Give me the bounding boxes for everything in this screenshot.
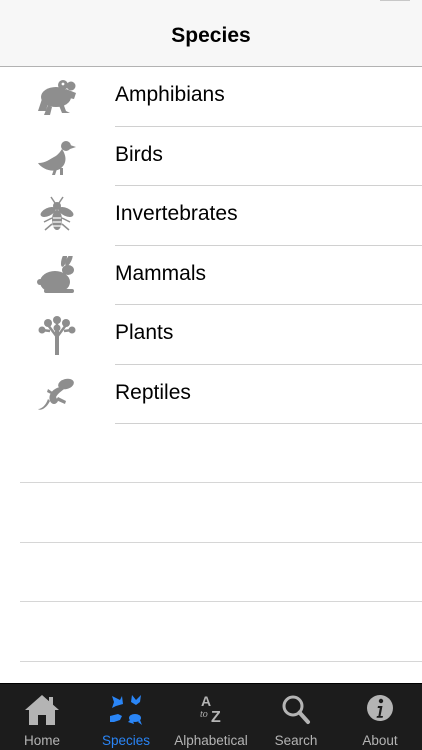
navigation-bar: Species <box>0 0 422 67</box>
list-item-label: Amphibians <box>115 83 225 106</box>
list-item-birds[interactable]: Birds <box>0 127 422 186</box>
screen: Species Amphibians Birds Invertebrates M… <box>0 0 422 750</box>
tab-species[interactable]: Species <box>84 684 168 750</box>
page-title: Species <box>171 24 251 47</box>
tab-search[interactable]: Search <box>254 684 338 750</box>
empty-row-separator <box>20 542 422 543</box>
list-item-mammals[interactable]: Mammals <box>0 246 422 305</box>
rabbit-icon <box>36 255 78 296</box>
house-icon <box>22 692 62 728</box>
tab-label: Home <box>23 733 60 748</box>
svg-text:Z: Z <box>211 709 221 726</box>
species-icon <box>106 692 146 728</box>
tab-label: Search <box>274 733 318 748</box>
lizard-icon <box>36 375 78 415</box>
tab-label: Alphabetical <box>174 733 248 748</box>
species-list: Amphibians Birds Invertebrates Mammals P… <box>0 67 422 424</box>
svg-text:to: to <box>200 709 208 720</box>
info-icon <box>360 692 400 728</box>
list-item-amphibians[interactable]: Amphibians <box>0 67 422 127</box>
list-item-label: Birds <box>115 142 163 166</box>
list-item-label: Invertebrates <box>115 202 238 225</box>
tab-bar: Home Species A to Z Alphabetical Search … <box>0 683 422 750</box>
list-item-plants[interactable]: Plants <box>0 305 422 365</box>
empty-row-separator <box>20 482 422 483</box>
empty-row-separator <box>20 601 422 602</box>
bird-icon <box>36 137 78 177</box>
magnifier-icon <box>276 692 316 728</box>
tab-about[interactable]: About <box>338 684 422 750</box>
tab-alphabetical[interactable]: A to Z Alphabetical <box>168 684 254 750</box>
empty-row-separator <box>20 661 422 662</box>
list-item-label: Mammals <box>115 261 207 285</box>
tab-label: About <box>362 733 398 748</box>
nav-divider <box>380 0 410 1</box>
tree-icon <box>36 315 78 355</box>
tab-home[interactable]: Home <box>0 684 84 750</box>
list-item-reptiles[interactable]: Reptiles <box>0 365 422 424</box>
tab-label: Species <box>101 733 151 748</box>
list-item-label: Plants <box>115 321 174 344</box>
row-separator <box>115 423 422 424</box>
list-item-invertebrates[interactable]: Invertebrates <box>0 186 422 246</box>
list-item-label: Reptiles <box>115 380 191 404</box>
frog-icon <box>36 77 78 117</box>
svg-text:A: A <box>201 693 211 709</box>
bee-icon <box>36 196 78 236</box>
a-to-z-icon: A to Z <box>191 692 231 728</box>
